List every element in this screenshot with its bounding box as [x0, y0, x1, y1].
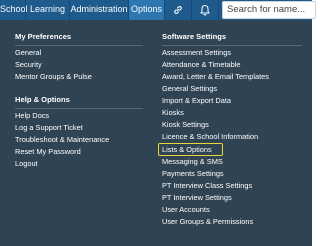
link-button[interactable]	[165, 0, 191, 20]
menu-item-user-accounts[interactable]: User Accounts	[162, 204, 210, 215]
menu-item-general[interactable]: General	[15, 47, 41, 58]
menu-item-licence-school-information[interactable]: Licence & School Information	[162, 131, 258, 142]
menu-item-troubleshoot-maintenance[interactable]: Troubleshoot & Maintenance	[15, 134, 109, 145]
options-dropdown-menu: My Preferences General Security Mentor G…	[0, 20, 312, 246]
menu-item-kiosk-settings[interactable]: Kiosk Settings	[162, 119, 209, 130]
nav-school[interactable]: School	[0, 0, 28, 20]
menu-item-assessment-settings[interactable]: Assessment Settings	[162, 47, 231, 58]
menu-item-security[interactable]: Security	[15, 59, 42, 70]
menu-item-import-export-data[interactable]: Import & Export Data	[162, 95, 231, 106]
menu-item-pt-interview-class-settings[interactable]: PT Interview Class Settings	[162, 180, 252, 191]
nav-learning[interactable]: Learning	[26, 0, 69, 20]
notifications-button[interactable]	[192, 0, 218, 20]
search-input[interactable]: Search for name...	[222, 1, 316, 19]
section-divider	[15, 108, 143, 109]
menu-item-pt-interview-settings[interactable]: PT Interview Settings	[162, 192, 232, 203]
menu-item-mentor-groups-pulse[interactable]: Mentor Groups & Pulse	[15, 71, 92, 82]
menu-item-help-docs[interactable]: Help Docs	[15, 110, 49, 121]
section-divider	[162, 45, 302, 46]
menu-item-reset-password[interactable]: Reset My Password	[15, 146, 81, 157]
section-heading-help-options: Help & Options	[15, 95, 70, 104]
menu-item-general-settings[interactable]: General Settings	[162, 83, 217, 94]
menu-item-payments-settings[interactable]: Payments Settings	[162, 168, 224, 179]
nav-options[interactable]: Options	[129, 0, 164, 20]
menu-item-kiosks[interactable]: Kiosks	[162, 107, 184, 118]
menu-item-lists-options[interactable]: Lists & Options	[162, 144, 212, 155]
nav-administration[interactable]: Administration	[70, 0, 128, 20]
section-divider	[15, 45, 143, 46]
menu-item-award-letter-email-templates[interactable]: Award, Letter & Email Templates	[162, 71, 269, 82]
menu-item-log-support-ticket[interactable]: Log a Support Ticket	[15, 122, 83, 133]
menu-item-messaging-sms[interactable]: Messaging & SMS	[162, 156, 223, 167]
section-heading-software-settings: Software Settings	[162, 32, 227, 41]
top-navbar: School Learning Administration Options S…	[0, 0, 316, 20]
menu-item-attendance-timetable[interactable]: Attendance & Timetable	[162, 59, 240, 70]
section-heading-my-preferences: My Preferences	[15, 32, 72, 41]
menu-item-user-groups-permissions[interactable]: User Groups & Permissions	[162, 216, 253, 227]
nav-divider	[218, 0, 219, 20]
menu-item-logout[interactable]: Logout	[15, 158, 38, 169]
